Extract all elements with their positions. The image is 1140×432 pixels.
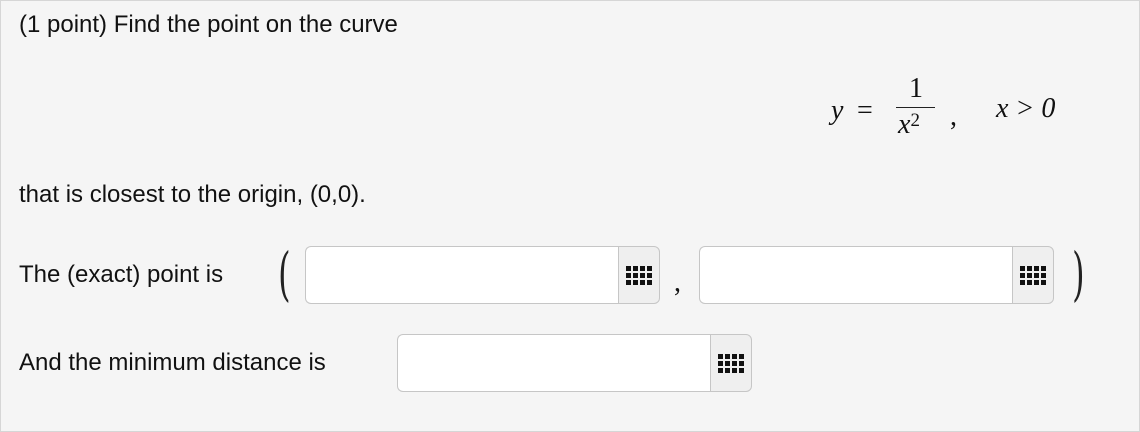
point-comma: ,: [674, 267, 681, 298]
grid-icon: [718, 353, 744, 373]
point-x-input[interactable]: [305, 246, 618, 304]
distance-input-group: [397, 334, 752, 392]
equation-fraction: 1 x2: [894, 73, 938, 147]
denominator-exponent: 2: [910, 110, 920, 131]
point-answer-label: The (exact) point is: [19, 261, 224, 288]
point-y-input[interactable]: [699, 246, 1012, 304]
distance-input[interactable]: [397, 334, 710, 392]
equation-separator: ,: [950, 101, 957, 132]
close-paren: ): [1072, 240, 1085, 308]
grid-icon: [626, 265, 652, 285]
distance-palette-button[interactable]: [710, 334, 752, 392]
problem-statement: that is closest to the origin, (0,0).: [19, 181, 366, 208]
distance-answer-label: And the minimum distance is: [19, 349, 326, 376]
equation-condition: x > 0: [996, 93, 1056, 124]
open-paren: (: [278, 240, 291, 308]
fraction-numerator: 1: [909, 73, 923, 104]
grid-icon: [1020, 265, 1046, 285]
equation-equals: =: [857, 95, 873, 126]
denominator-base: x: [898, 109, 911, 140]
problem-panel: (1 point) Find the point on the curve y …: [0, 0, 1140, 432]
fraction-denominator: x2: [898, 109, 920, 141]
point-y-input-group: [699, 246, 1054, 304]
equation-lhs: y: [831, 95, 844, 126]
point-y-palette-button[interactable]: [1012, 246, 1054, 304]
problem-intro: (1 point) Find the point on the curve: [19, 11, 398, 38]
point-x-palette-button[interactable]: [618, 246, 660, 304]
fraction-bar: [896, 107, 935, 108]
point-x-input-group: [305, 246, 660, 304]
